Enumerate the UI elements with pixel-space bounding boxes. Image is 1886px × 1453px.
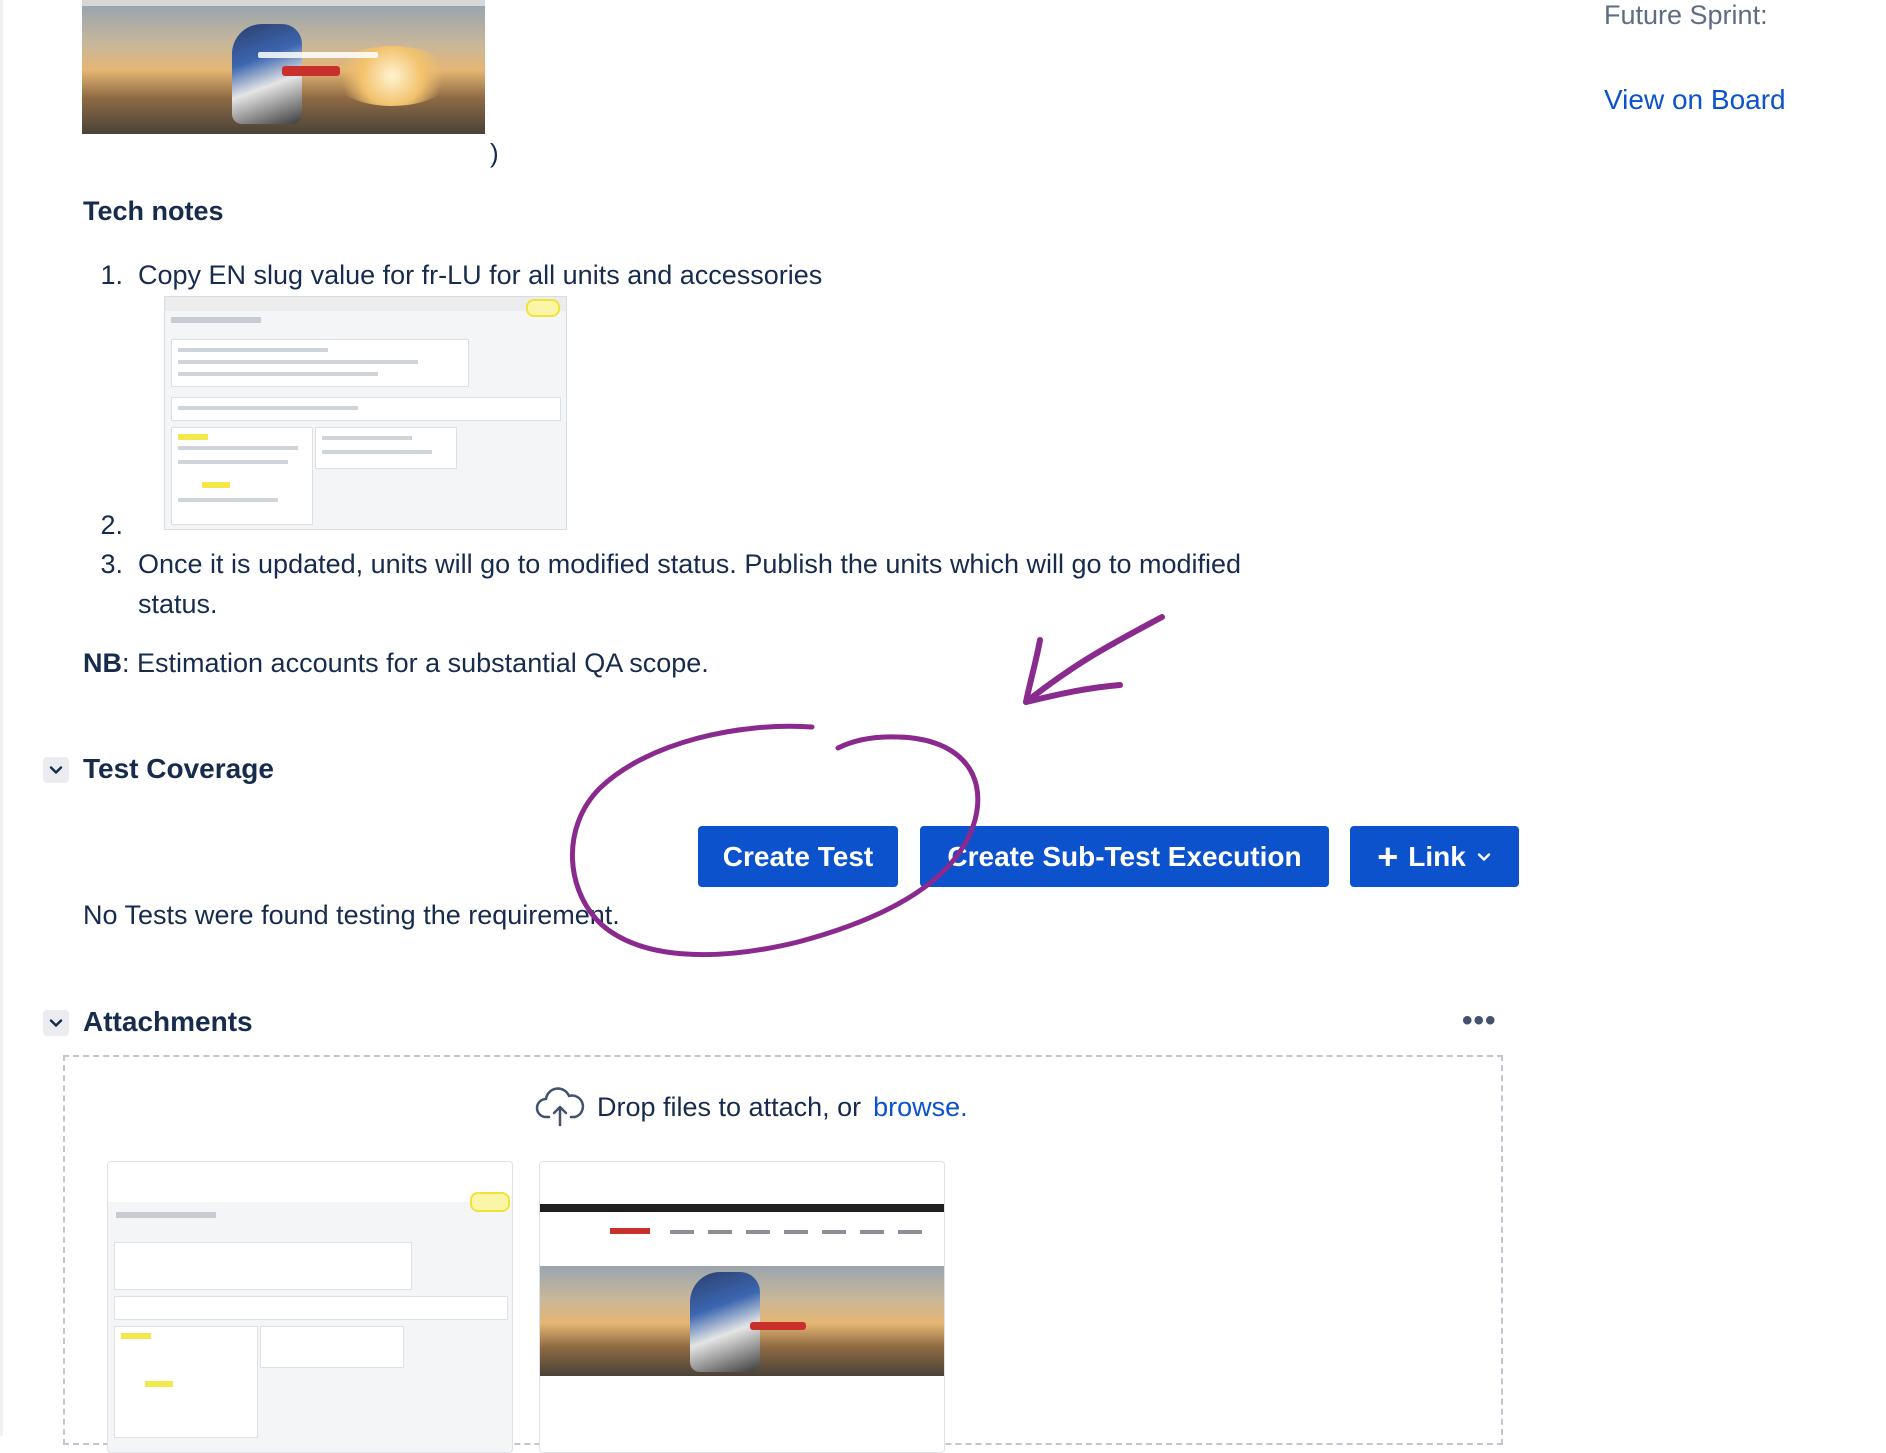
page-edge	[0, 0, 3, 1436]
screenshot-card	[171, 397, 561, 421]
attachments-title: Attachments	[83, 1006, 253, 1037]
tech-notes-heading: Tech notes	[83, 196, 224, 226]
screenshot-card	[315, 427, 457, 469]
screenshot-title	[171, 317, 261, 323]
annotation-arrow-head	[1023, 637, 1123, 705]
chevron-down-icon	[1477, 852, 1490, 861]
cloud-upload-icon	[535, 1087, 585, 1127]
test-coverage-toggle[interactable]	[43, 757, 69, 783]
link-label: Link	[1408, 840, 1466, 872]
screenshot-highlight	[526, 299, 560, 317]
browse-link[interactable]: browse.	[873, 1092, 968, 1123]
drop-files-text: Drop files to attach, or	[597, 1091, 862, 1122]
list-text: Once it is updated, units will go to mod…	[138, 549, 1242, 579]
attachment-thumbnail[interactable]	[539, 1161, 945, 1453]
drop-prompt: Drop files to attach, or browse.	[535, 1087, 968, 1127]
list-text: status.	[138, 589, 218, 619]
closing-paren: )	[490, 138, 499, 168]
list-text: Copy EN slug value for fr-LU for all uni…	[138, 260, 823, 290]
screenshot-card	[171, 339, 469, 387]
hero-cta-graphic	[282, 66, 340, 76]
more-icon[interactable]: •••	[1462, 1004, 1497, 1038]
annotation-arrow-shaft	[1023, 614, 1165, 705]
embedded-hero-image	[82, 0, 485, 134]
nb-text: : Estimation accounts for a substantial …	[122, 648, 709, 678]
chevron-down-icon	[49, 766, 63, 774]
embedded-cms-screenshot	[164, 296, 567, 530]
list-number: 2.	[100, 510, 123, 540]
future-sprint-label: Future Sprint:	[1604, 0, 1768, 30]
list-item: 1. Copy EN slug value for fr-LU for all …	[83, 255, 1383, 295]
nb-label: NB	[83, 648, 122, 678]
chevron-down-icon	[49, 1019, 63, 1027]
list-number: 1.	[100, 260, 123, 290]
list-item: 3. Once it is updated, units will go to …	[83, 544, 1433, 624]
hero-caption-graphic	[258, 52, 378, 58]
create-sub-test-execution-button[interactable]: Create Sub-Test Execution	[920, 826, 1329, 887]
nb-note: NB: Estimation accounts for a substantia…	[83, 648, 709, 679]
attachments-toggle[interactable]	[43, 1010, 69, 1036]
screenshot-topbar	[165, 297, 566, 311]
list-number: 3.	[100, 549, 123, 579]
view-on-board-link[interactable]: View on Board	[1604, 84, 1786, 116]
plus-icon: +	[1377, 835, 1399, 877]
create-test-button[interactable]: Create Test	[698, 826, 898, 887]
no-tests-message: No Tests were found testing the requirem…	[83, 900, 620, 930]
attachment-dropzone[interactable]: Drop files to attach, or browse.	[63, 1055, 1503, 1453]
test-coverage-title: Test Coverage	[83, 753, 274, 784]
attachment-thumbnail[interactable]	[107, 1161, 513, 1453]
list-item: 2.	[83, 505, 283, 545]
link-dropdown-button[interactable]: + Link	[1350, 826, 1519, 887]
